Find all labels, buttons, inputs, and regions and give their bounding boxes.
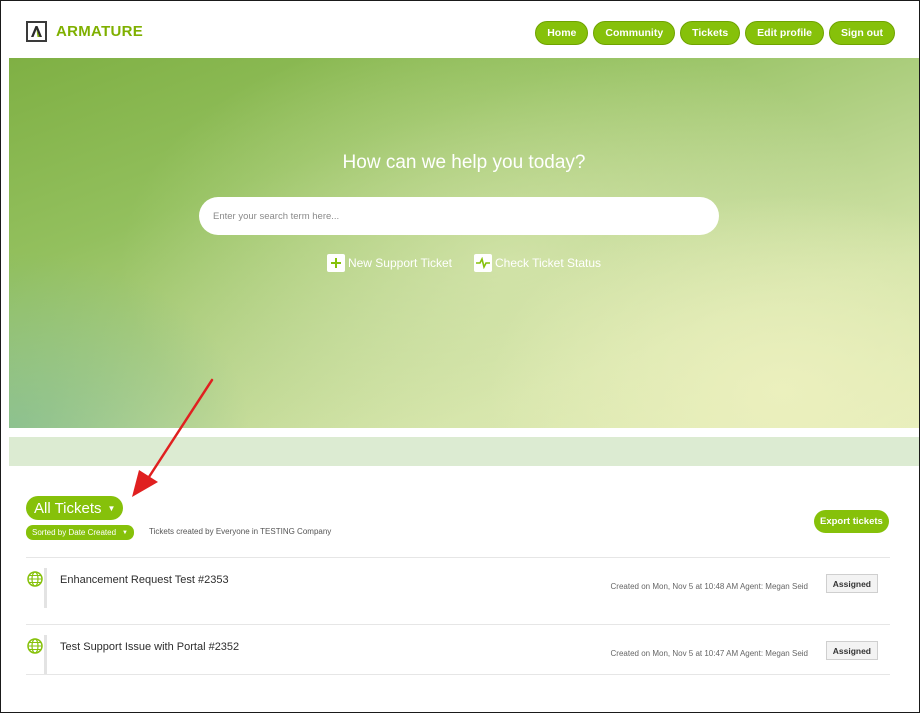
ticket-title[interactable]: Enhancement Request Test #2353 bbox=[60, 574, 229, 586]
ticket-row[interactable]: Test Support Issue with Portal #2352 Cre… bbox=[26, 624, 890, 675]
check-ticket-status-link[interactable]: Check Ticket Status bbox=[474, 254, 601, 272]
plus-icon bbox=[326, 254, 345, 272]
all-tickets-label: All Tickets bbox=[34, 499, 102, 517]
globe-icon bbox=[27, 638, 43, 654]
search-input[interactable] bbox=[199, 197, 719, 235]
caret-down-icon: ▼ bbox=[122, 529, 128, 536]
logo-mark bbox=[26, 21, 47, 42]
top-nav: Home Community Tickets Edit profile Sign… bbox=[535, 21, 895, 45]
brand-name: ARMATURE bbox=[56, 23, 144, 40]
hero-banner: How can we help you today? New Support T… bbox=[9, 58, 919, 428]
nav-tickets-button[interactable]: Tickets bbox=[680, 21, 741, 45]
status-badge: Assigned bbox=[825, 641, 878, 660]
row-accent-bar bbox=[44, 635, 47, 675]
list-bottom-divider bbox=[26, 674, 890, 675]
filter-description: Tickets created by Everyone in TESTING C… bbox=[149, 527, 332, 536]
logo-a-icon bbox=[31, 26, 42, 37]
caret-down-icon: ▼ bbox=[107, 503, 116, 513]
new-support-ticket-label: New Support Ticket bbox=[347, 256, 452, 270]
ticket-row[interactable]: Enhancement Request Test #2353 Created o… bbox=[26, 557, 890, 608]
export-tickets-button[interactable]: Export tickets bbox=[814, 510, 889, 533]
ticket-meta: Created on Mon, Nov 5 at 10:47 AM Agent:… bbox=[610, 649, 808, 658]
hero-title: How can we help you today? bbox=[342, 152, 586, 173]
new-support-ticket-link[interactable]: New Support Ticket bbox=[326, 254, 452, 272]
hero-shade bbox=[9, 58, 919, 428]
sort-label: Sorted by Date Created bbox=[32, 528, 117, 537]
brand-logo[interactable]: ARMATURE bbox=[26, 21, 143, 42]
pulse-icon bbox=[474, 254, 492, 272]
ticket-meta: Created on Mon, Nov 5 at 10:48 AM Agent:… bbox=[610, 582, 808, 591]
nav-community-button[interactable]: Community bbox=[593, 21, 676, 45]
globe-icon bbox=[27, 571, 43, 587]
nav-home-button[interactable]: Home bbox=[535, 21, 589, 45]
status-badge: Assigned bbox=[825, 574, 878, 593]
ticket-title[interactable]: Test Support Issue with Portal #2352 bbox=[60, 641, 239, 653]
nav-edit-profile-button[interactable]: Edit profile bbox=[745, 21, 824, 45]
site-header: ARMATURE Home Community Tickets Edit pro… bbox=[9, 8, 911, 54]
sort-dropdown[interactable]: Sorted by Date Created ▼ bbox=[26, 525, 134, 540]
nav-sign-out-button[interactable]: Sign out bbox=[829, 21, 895, 45]
row-accent-bar bbox=[44, 568, 47, 608]
all-tickets-dropdown[interactable]: All Tickets ▼ bbox=[26, 496, 124, 520]
section-divider-strip bbox=[9, 437, 919, 466]
check-ticket-status-label: Check Ticket Status bbox=[495, 256, 602, 270]
hero-actions: New Support Ticket Check Ticket Status bbox=[9, 254, 919, 272]
